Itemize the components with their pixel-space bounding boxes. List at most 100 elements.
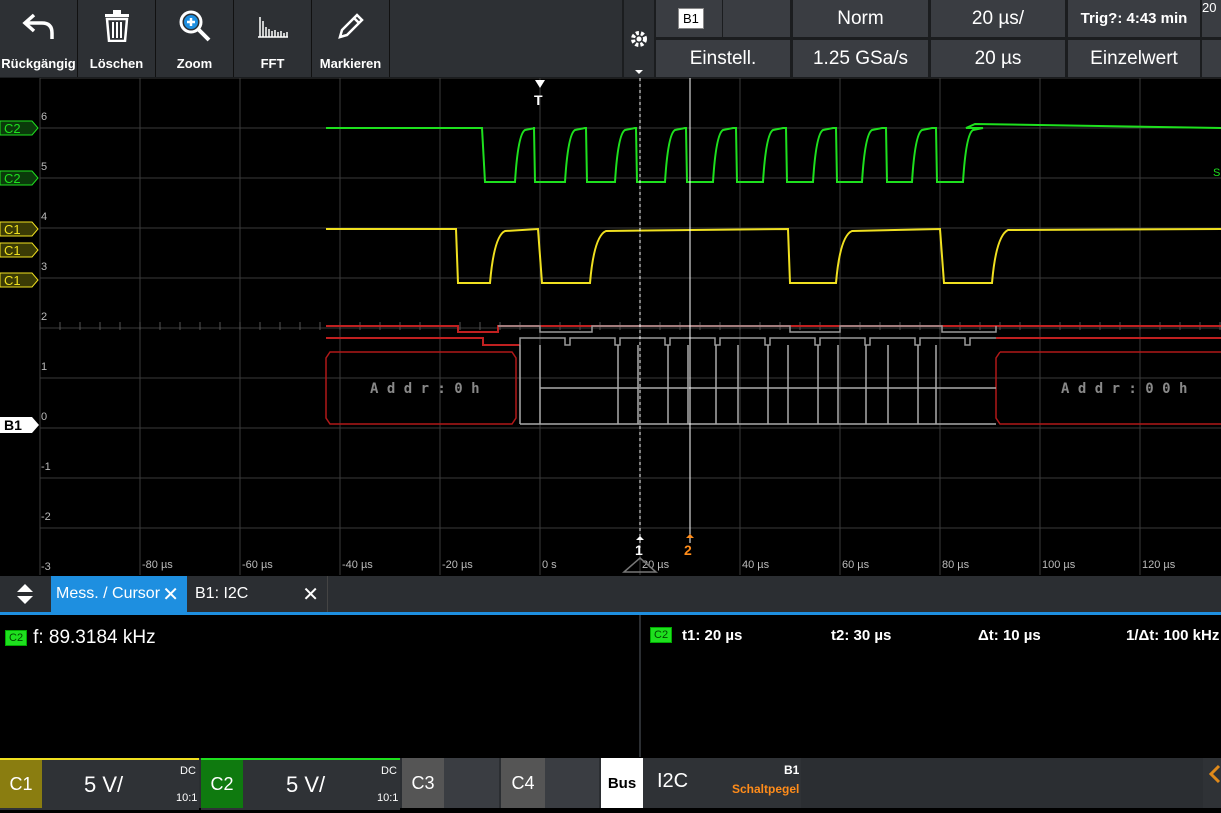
- c4-name: C4: [501, 758, 545, 808]
- cursor-t1: t1: 20 µs: [682, 627, 743, 644]
- c2-waveform: [326, 122, 1221, 183]
- source-cell[interactable]: B1: [656, 0, 790, 37]
- channel-c3-button[interactable]: C3: [402, 758, 499, 808]
- measurement-panel: C2 f: 89.3184 kHz: [0, 615, 638, 757]
- mark-label: Markieren: [319, 56, 382, 71]
- c1-probe: 10:1: [176, 792, 198, 804]
- y-tick-label: 4: [41, 211, 47, 223]
- measurement-row[interactable]: C2 f: 89.3184 kHz: [5, 627, 156, 649]
- time-position-button[interactable]: 20 µs: [931, 40, 1065, 77]
- channel-label-c1-level[interactable]: C1: [0, 242, 39, 258]
- edge-label: S: [1213, 167, 1220, 179]
- channel-c4-button[interactable]: C4: [501, 758, 599, 808]
- panel-resize-button[interactable]: [0, 576, 50, 612]
- x-tick-label: -80 µs: [142, 559, 173, 571]
- cursor-channel-badge: C2: [650, 627, 673, 643]
- tab-mess-cursor-label: Mess. / Cursor: [56, 585, 161, 602]
- source-badge: B1: [678, 8, 704, 29]
- x-axis-ticks: -80 µs -60 µs -40 µs -20 µs 0 s 20 µs 40 µs 60 …: [142, 559, 1176, 571]
- c1-coupling: DC: [180, 765, 196, 777]
- x-tick-label: 60 µs: [842, 559, 870, 571]
- zoom-button[interactable]: Zoom: [156, 0, 234, 77]
- bus-decode: A d d r : 0 h A d d r : 0 0 h: [325, 325, 1221, 425]
- c1-name: C1: [0, 760, 42, 808]
- c2-scale: 5 V/: [286, 772, 326, 797]
- x-tick-label: 0 s: [542, 559, 557, 571]
- mark-button[interactable]: Markieren: [312, 0, 390, 77]
- channel-label-c1-trig[interactable]: C1: [0, 221, 39, 237]
- gear-icon: [631, 31, 647, 74]
- fft-icon: [234, 8, 311, 44]
- corner-value: 20: [1202, 0, 1221, 37]
- corner-cell: [1202, 40, 1221, 77]
- y-tick-label: 1: [41, 361, 47, 373]
- y-tick-label: -1: [41, 461, 51, 473]
- decode-right-label: A d d r : 0 0 h: [1061, 381, 1187, 397]
- c2-probe: 10:1: [377, 792, 399, 804]
- trash-icon: [78, 8, 155, 44]
- tab-bar: Mess. / Cursor ✕ B1: I2C ✕: [0, 576, 1221, 615]
- undo-icon: [0, 8, 77, 44]
- channel-c2-button[interactable]: C2 5 V/ DC 10:1: [201, 758, 400, 810]
- x-tick-label: 80 µs: [942, 559, 970, 571]
- c2-name: C2: [201, 760, 243, 808]
- y-tick-label: 6: [41, 111, 47, 123]
- cursor-2-label: 2: [684, 542, 692, 558]
- cursor-1-handle[interactable]: 1: [635, 536, 644, 558]
- x-tick-label: -40 µs: [342, 559, 373, 571]
- delete-button[interactable]: Löschen: [78, 0, 156, 77]
- undo-label: Rückgängig: [1, 56, 76, 71]
- settings-button[interactable]: Einstell.: [656, 40, 790, 77]
- bus-mode: Schaltpegel: [732, 782, 800, 796]
- cursor-t2: t2: 30 µs: [831, 627, 892, 644]
- c2-label-text: C2: [4, 171, 21, 186]
- x-tick-label: 40 µs: [742, 559, 770, 571]
- toolbar: Rückgängig Löschen Zoom FFT Markieren B1: [0, 0, 1221, 78]
- c1-scale: 5 V/: [84, 772, 124, 797]
- close-icon[interactable]: ✕: [162, 582, 179, 607]
- tab-mess-cursor[interactable]: Mess. / Cursor ✕: [51, 576, 187, 612]
- x-tick-label: -20 µs: [442, 559, 473, 571]
- fft-button[interactable]: FFT: [234, 0, 312, 77]
- bus-b1-button[interactable]: Bus I2C B1 Schaltpegel: [601, 758, 801, 808]
- cursor-2-handle[interactable]: 2: [684, 534, 694, 558]
- channel-label-c2-trig[interactable]: C2: [0, 120, 39, 136]
- channel-label-c1[interactable]: C1: [0, 272, 39, 288]
- y-tick-label: 5: [41, 161, 47, 173]
- cursor-1-label: 1: [635, 542, 643, 558]
- chevron-left-icon: [1208, 764, 1221, 784]
- frequency-value: f: 89.3184 kHz: [33, 627, 156, 648]
- c1-label-text: C1: [4, 273, 21, 288]
- waveform-plot[interactable]: 6 5 4 3 2 1 0 -1 -2 -3 -80 µs -60 µs -40 µs -20 µs 0 …: [0, 78, 1221, 575]
- trigger-marker[interactable]: T: [534, 80, 545, 108]
- menu-toggle[interactable]: [1203, 758, 1221, 808]
- channel-bar: C1 5 V/ DC 10:1 C2 5 V/ DC 10:1 C3 C4 Bu…: [0, 758, 1221, 810]
- undo-button[interactable]: Rückgängig: [0, 0, 78, 77]
- x-tick-label: 120 µs: [1142, 559, 1176, 571]
- bus-protocol: I2C: [657, 770, 689, 792]
- acquisition-mode-button[interactable]: Einzelwert: [1068, 40, 1200, 77]
- y-tick-label: -3: [41, 561, 51, 573]
- x-tick-label: -60 µs: [242, 559, 273, 571]
- tab-b1-i2c-label: B1: I2C: [195, 585, 249, 602]
- tab-b1-i2c[interactable]: B1: I2C ✕: [189, 576, 328, 612]
- updown-arrows-icon: [17, 584, 33, 604]
- sample-rate: 1.25 GSa/s: [793, 40, 928, 77]
- settings-gear-button[interactable]: [624, 0, 654, 77]
- channel-label-c2[interactable]: C2: [0, 170, 39, 186]
- x-tick-label: 20 µs: [642, 559, 670, 571]
- measure-channel-badge: C2: [5, 630, 28, 646]
- channel-label-b1[interactable]: B1: [0, 417, 39, 433]
- trigger-mode-button[interactable]: Norm: [793, 0, 928, 37]
- channel-c1-button[interactable]: C1 5 V/ DC 10:1: [0, 758, 199, 810]
- c1-level-label-text: C1: [4, 243, 21, 258]
- b1-label-text: B1: [4, 417, 22, 433]
- delete-label: Löschen: [89, 56, 144, 71]
- time-div-button[interactable]: 20 µs/: [931, 0, 1065, 37]
- y-tick-label: 3: [41, 261, 47, 273]
- y-tick-label: -2: [41, 511, 51, 523]
- close-icon[interactable]: ✕: [302, 582, 319, 607]
- y-tick-label: 2: [41, 311, 47, 323]
- toolbar-spacer: [390, 0, 622, 77]
- x-tick-label: 100 µs: [1042, 559, 1076, 571]
